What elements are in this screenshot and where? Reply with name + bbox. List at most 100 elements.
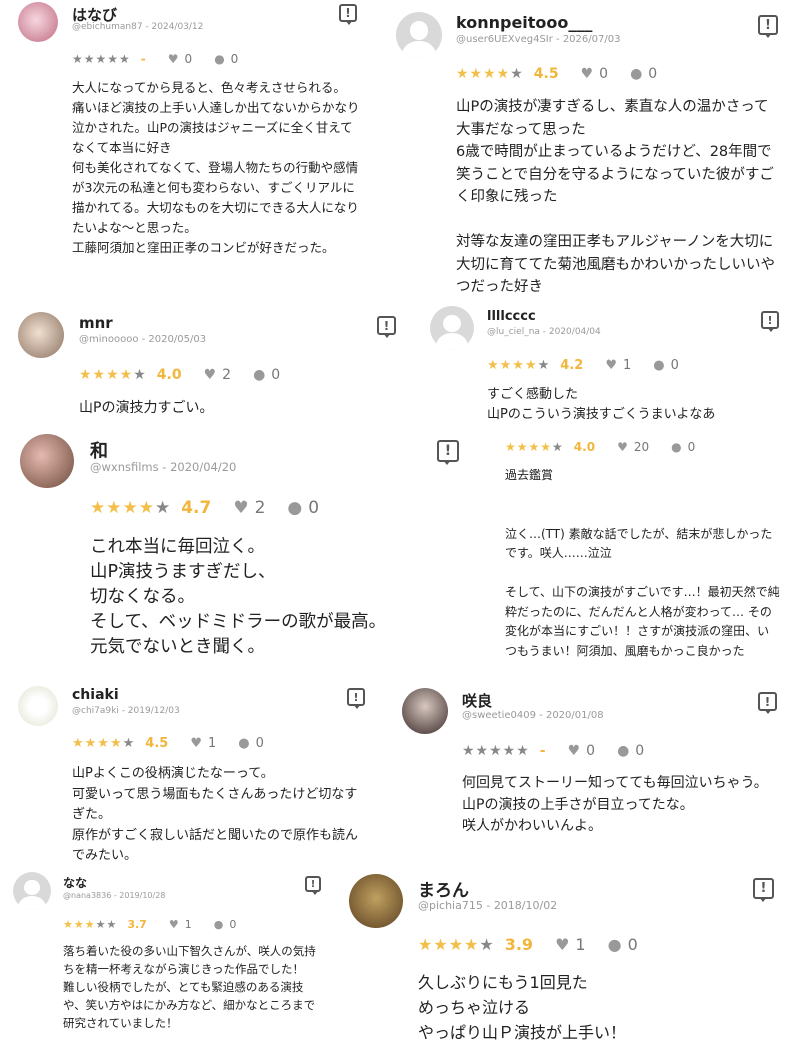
user-id-date: @pichia715 - 2018/10/02 [418,899,558,912]
like-count: 1 [622,358,632,373]
comment-icon[interactable]: ● [238,736,249,751]
report-icon[interactable]: ! [347,688,365,709]
comment-icon[interactable]: ● [214,918,224,931]
heart-icon[interactable]: ♥ [555,935,569,954]
comment-icon[interactable]: ● [671,440,681,454]
avatar[interactable] [18,312,64,358]
review-text: 過去鑑賞 泣く…(TT) 素敵な話でしたが、結末が悲しかったです。咲人……泣泣 … [505,468,780,658]
review-text: 山Pよくこの役柄演じたなーって。 可愛いって思う場面もたくさんあったけど切なすぎ… [72,766,359,863]
heart-icon[interactable]: ♥ [168,52,179,66]
user-id-date: @minooooo - 2020/05/03 [79,334,207,345]
like-count: 2 [222,367,232,383]
username[interactable]: まろん [418,876,469,901]
review-text: 大人になってから見ると、色々考えさせられる。 痛いほど演技の上手い人達しか出てな… [72,80,360,255]
report-icon[interactable]: ! [377,316,396,338]
report-icon[interactable]: ! [758,692,777,714]
avatar[interactable] [18,2,58,42]
review-stats: ★★★★★ 4.5 ♥ 0 ● 0 [456,66,657,82]
comment-count: 0 [271,367,281,383]
user-id-date: @lu_ciel_na - 2020/04/04 [487,327,601,337]
comment-count: 0 [635,743,645,759]
comment-icon[interactable]: ● [630,66,642,82]
like-count: 1 [207,736,217,751]
comment-count: 0 [308,498,320,518]
username[interactable]: konnpeitooo___ [456,13,592,32]
rating-stars: ★★★★★ [79,367,147,383]
review-text: 落ち着いた役の多い山下智久さんが、咲人の気持ちを精一杯考えながら演じきった作品で… [63,944,316,1030]
avatar[interactable] [13,872,51,910]
like-count: 0 [599,66,609,82]
avatar[interactable] [402,688,448,734]
rating-stars: ★★★★★ [72,736,136,751]
report-icon[interactable]: ! [758,15,778,38]
heart-icon[interactable]: ♥ [605,358,617,373]
avatar[interactable] [20,434,74,488]
comment-count: 0 [255,736,264,751]
avatar[interactable] [430,306,474,350]
heart-icon[interactable]: ♥ [204,367,217,383]
heart-icon[interactable]: ♥ [581,66,594,82]
like-count: 1 [575,935,586,954]
review-text: 久しぶりにもう1回見た めっちゃ泣ける やっぱり山Ｐ演技が上手い！ [418,973,627,1042]
username[interactable]: 咲良 [462,690,492,711]
rating-score: - [140,52,146,66]
user-id-date: @nana3836 - 2019/10/28 [63,891,166,900]
comment-count: 0 [648,66,658,82]
username[interactable]: mnr [79,314,113,332]
like-count: 1 [184,918,192,931]
heart-icon[interactable]: ♥ [190,736,202,751]
like-count: 0 [586,743,596,759]
user-id-date: @wxnsfilms - 2020/04/20 [90,460,237,474]
avatar[interactable] [396,12,442,58]
report-icon[interactable]: ! [761,311,779,332]
like-count: 20 [633,440,650,454]
username[interactable]: llllcccc [487,309,536,324]
report-icon[interactable]: ! [437,440,459,465]
rating-score: - [539,743,546,759]
review-stats: ★★★★★ 4.0 ♥ 2 ● 0 [79,367,280,383]
review-stats: ★★★★★ 4.7 ♥ 2 ● 0 [90,498,319,518]
comment-icon[interactable]: ● [287,498,302,518]
heart-icon[interactable]: ♥ [617,440,628,454]
comment-count: 0 [687,440,696,454]
comment-icon[interactable]: ● [214,52,224,66]
review-stats: ★★★★★ - ♥ 0 ● 0 [72,52,238,66]
comment-count: 0 [230,52,239,66]
like-count: 0 [184,52,193,66]
username[interactable]: なな [63,874,87,891]
review-stats: ★★★★★ - ♥ 0 ● 0 [462,743,644,759]
avatar[interactable] [349,874,403,928]
user-id-date: @chi7a9ki - 2019/12/03 [72,706,180,716]
report-icon[interactable]: ! [339,4,357,25]
heart-icon[interactable]: ♥ [169,918,179,931]
comment-count: 0 [670,358,679,373]
review-stats: ★★★★★ 3.9 ♥ 1 ● 0 [418,935,638,954]
rating-score: 4.0 [156,367,182,383]
review-text: 山Pの演技力すごい。 [79,400,214,416]
review-text: 何回見てストーリー知ってても毎回泣いちゃう。 山Pの演技の上手さが目立ってたな。… [462,775,768,834]
rating-score: 3.7 [127,918,147,931]
comment-icon[interactable]: ● [608,935,622,954]
rating-stars: ★★★★★ [462,743,530,759]
rating-stars: ★★★★★ [418,935,495,954]
review-text: これ本当に毎回泣く。 山P演技うますぎだし、 切なくなる。 そして、ベッドミドラ… [90,537,387,657]
comment-count: 0 [627,935,638,954]
rating-stars: ★★★★★ [487,358,551,373]
user-id-date: @sweetie0409 - 2020/01/08 [462,710,604,721]
avatar[interactable] [18,686,58,726]
rating-stars: ★★★★★ [72,52,131,66]
heart-icon[interactable]: ♥ [233,498,248,518]
report-icon[interactable]: ! [305,876,321,895]
comment-icon[interactable]: ● [653,358,664,373]
user-id-date: @ebichuman87 - 2024/03/12 [72,22,204,32]
username[interactable]: chiaki [72,687,119,703]
comment-icon[interactable]: ● [253,367,265,383]
comment-count: 0 [229,918,237,931]
heart-icon[interactable]: ♥ [568,743,581,759]
comment-icon[interactable]: ● [617,743,629,759]
rating-score: 4.5 [145,736,169,751]
report-icon[interactable]: ! [753,878,774,902]
rating-stars: ★★★★★ [456,66,524,82]
review-stats: ★★★★★ 3.7 ♥ 1 ● 0 [63,918,236,931]
review-text: 山Pの演技が凄すぎるし、素直な人の温かさって大事だなって思った 6歳で時間が止ま… [456,99,775,295]
